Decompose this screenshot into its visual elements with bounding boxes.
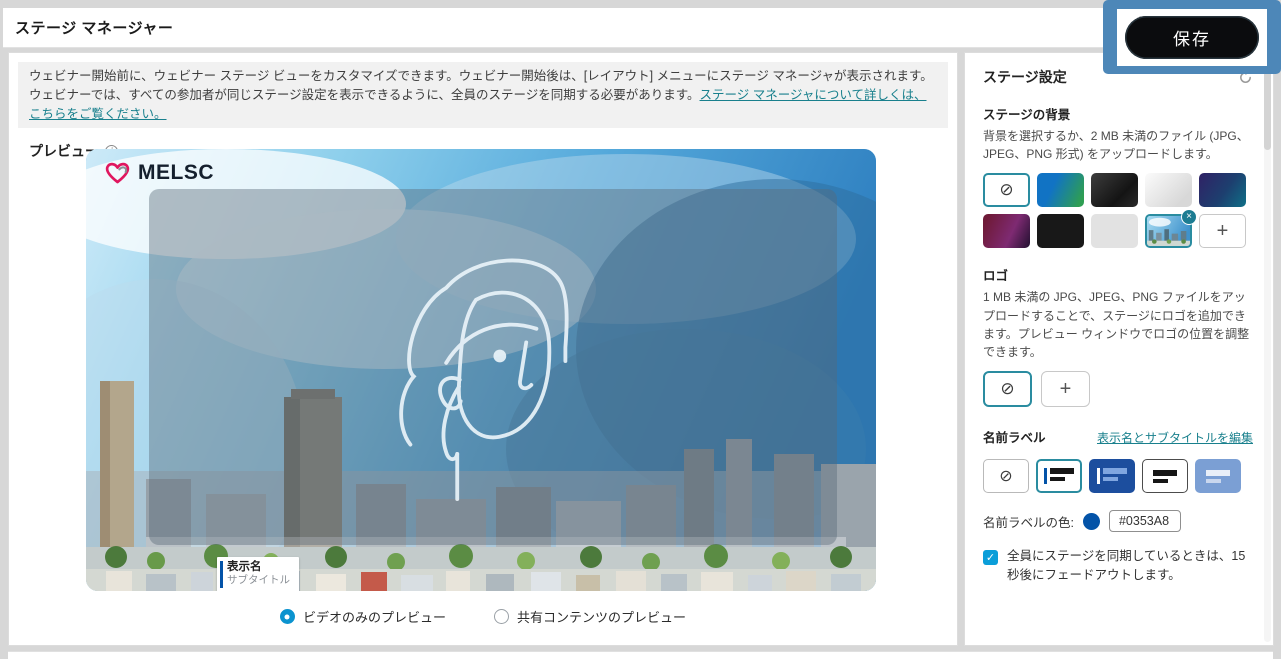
none-icon: ⊘ — [999, 180, 1013, 200]
stage-logo: MELSC — [104, 161, 214, 185]
none-icon: ⊘ — [999, 466, 1012, 486]
name-label-color-swatch[interactable] — [1083, 513, 1100, 530]
avatar-face-sketch — [387, 247, 599, 511]
video-placeholder-area[interactable]: 表示名 サブタイトル — [149, 189, 837, 545]
background-thumbnail-black[interactable] — [1037, 214, 1084, 248]
background-thumbnail-maroon[interactable] — [983, 214, 1030, 248]
remove-background-badge[interactable]: × — [1181, 209, 1197, 225]
sync-fadeout-label: 全員にステージを同期しているときは、15 秒後にフェードアウトします。 — [1007, 547, 1253, 585]
preview-name-label[interactable]: 表示名 サブタイトル — [217, 557, 299, 591]
background-thumbnail-city-selected[interactable]: × — [1145, 214, 1192, 248]
radio-video-only-circle[interactable] — [280, 609, 295, 624]
logo-section-description: 1 MB 未満の JPG、JPEG、PNG ファイルをアップロードすることで、ス… — [983, 288, 1253, 361]
page-header: ステージ マネージャー — [3, 8, 1273, 48]
preview-panel: ウェビナー開始前に、ウェビナー ステージ ビューをカスタマイズできます。ウェビナ… — [8, 52, 958, 646]
none-icon: ⊘ — [1000, 379, 1014, 399]
name-label-section-heading: 名前ラベル — [983, 427, 1046, 446]
radio-shared-content[interactable]: 共有コンテンツのプレビュー — [494, 607, 686, 626]
name-label-style-blue-filled[interactable] — [1089, 459, 1135, 493]
background-thumbnail-none[interactable]: ⊘ — [983, 173, 1030, 207]
page-title: ステージ マネージャー — [15, 17, 173, 38]
close-icon: × — [1186, 212, 1192, 222]
logo-option-none[interactable]: ⊘ — [983, 371, 1032, 407]
name-label-color-label: 名前ラベルの色: — [983, 512, 1074, 531]
radio-video-only[interactable]: ビデオのみのプレビュー — [280, 607, 446, 626]
logo-upload-button[interactable]: + — [1041, 371, 1090, 407]
save-button[interactable]: 保存 — [1125, 16, 1259, 59]
name-label-style-none[interactable]: ⊘ — [983, 459, 1029, 493]
name-label-style-steel-blue[interactable] — [1195, 459, 1241, 493]
background-section-description: 背景を選択するか、2 MB 未満のファイル (JPG、JPEG、PNG 形式) … — [983, 127, 1253, 163]
info-banner: ウェビナー開始前に、ウェビナー ステージ ビューをカスタマイズできます。ウェビナ… — [18, 62, 948, 128]
name-label-style-light-left-bar-selected[interactable] — [1036, 459, 1082, 493]
background-thumbnail-grid: ⊘ × + — [983, 173, 1251, 248]
info-line-2: ウェビナーでは、すべての参加者が同じステージ設定を表示できるように、全員のステー… — [29, 86, 937, 124]
background-upload-button[interactable]: + — [1199, 214, 1246, 248]
subtitle-text: サブタイトル — [227, 574, 290, 587]
background-section-heading: ステージの背景 — [983, 104, 1253, 123]
radio-video-only-label: ビデオのみのプレビュー — [303, 607, 446, 626]
display-name-text: 表示名 — [227, 560, 290, 574]
preview-mode-radio-group: ビデオのみのプレビュー 共有コンテンツのプレビュー — [9, 607, 957, 626]
background-thumbnail-purple-nebula[interactable] — [1199, 173, 1246, 207]
melsc-heart-icon — [104, 161, 131, 185]
stage-settings-panel: ステージ設定 ステージの背景 背景を選択するか、2 MB 未満のファイル (JP… — [964, 52, 1274, 646]
background-thumbnail-dark-wave[interactable] — [1091, 173, 1138, 207]
check-icon: ✓ — [986, 550, 995, 567]
background-thumbnail-light-gray[interactable] — [1145, 173, 1192, 207]
info-line-1: ウェビナー開始前に、ウェビナー ステージ ビューをカスタマイズできます。ウェビナ… — [29, 67, 937, 86]
name-label-style-row: ⊘ — [983, 459, 1253, 493]
add-icon: + — [1217, 220, 1229, 243]
background-thumbnail-gray[interactable] — [1091, 214, 1138, 248]
logo-section-heading: ロゴ — [983, 265, 1253, 284]
next-section-edge — [8, 651, 1273, 659]
save-button-highlight-box: 保存 — [1103, 0, 1281, 74]
settings-title: ステージ設定 — [983, 67, 1067, 87]
stage-preview[interactable]: MELSC 表示名 サブタイトル — [86, 149, 876, 591]
stage-logo-text: MELSC — [138, 161, 214, 185]
radio-shared-content-label: 共有コンテンツのプレビュー — [517, 607, 686, 626]
background-thumbnail-blue-green[interactable] — [1037, 173, 1084, 207]
logo-options-row: ⊘ + — [983, 371, 1253, 407]
radio-shared-content-circle[interactable] — [494, 609, 509, 624]
sync-fadeout-checkbox[interactable]: ✓ — [983, 550, 998, 565]
add-icon: + — [1060, 378, 1072, 401]
save-button-area: 保存 — [1117, 9, 1267, 66]
edit-display-name-link[interactable]: 表示名とサブタイトルを編集 — [1097, 429, 1253, 446]
name-label-style-plain-light[interactable] — [1142, 459, 1188, 493]
name-label-color-input[interactable]: #0353A8 — [1109, 510, 1181, 532]
